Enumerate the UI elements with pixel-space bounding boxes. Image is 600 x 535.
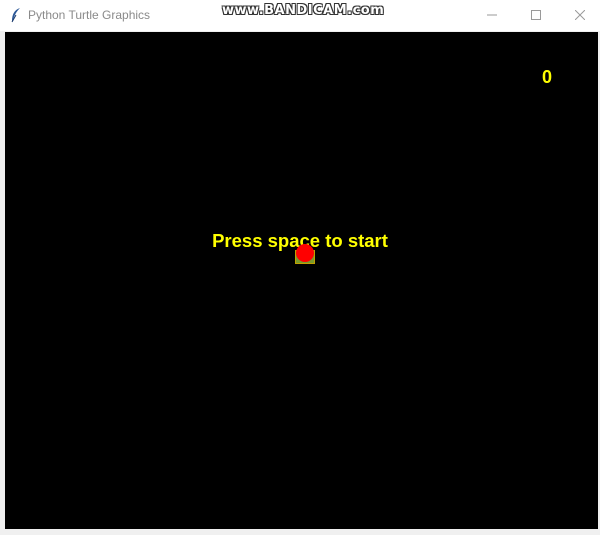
close-icon bbox=[574, 7, 586, 25]
title-bar[interactable]: Python Turtle Graphics www.BANDICAM.com bbox=[0, 0, 600, 31]
minimize-icon bbox=[487, 7, 497, 25]
game-canvas[interactable]: 0 bbox=[5, 32, 598, 529]
score-display: 0 bbox=[541, 67, 552, 87]
maximize-icon bbox=[531, 7, 541, 25]
close-button[interactable] bbox=[558, 0, 600, 31]
food-dot bbox=[296, 244, 314, 262]
recorder-watermark: www.BANDICAM.com bbox=[222, 3, 385, 18]
minimize-button[interactable] bbox=[470, 0, 514, 31]
maximize-button[interactable] bbox=[514, 0, 558, 31]
turtle-window: Python Turtle Graphics www.BANDICAM.com bbox=[0, 0, 600, 535]
feather-icon bbox=[10, 7, 22, 23]
window-title: Python Turtle Graphics bbox=[28, 8, 151, 22]
